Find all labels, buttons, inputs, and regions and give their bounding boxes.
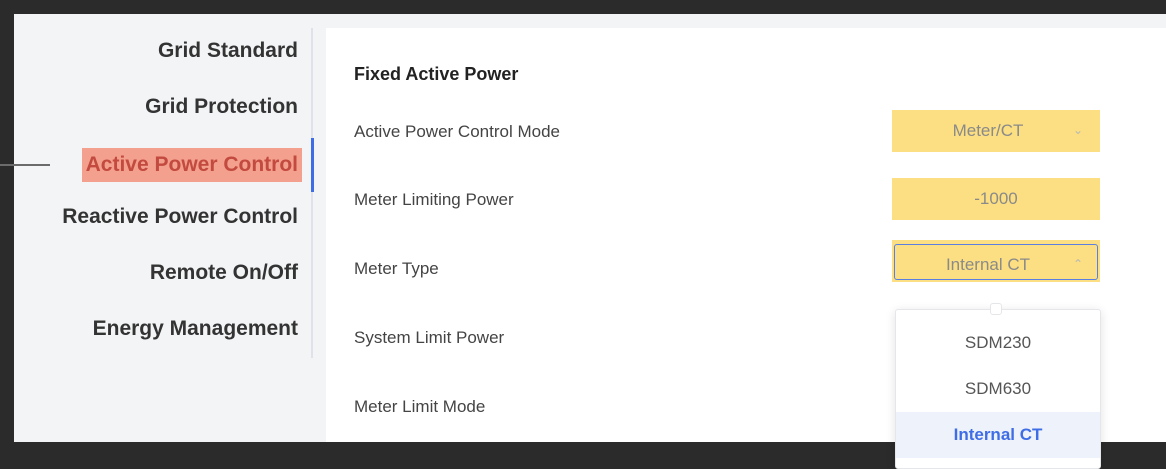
sidebar-active-indicator: [311, 138, 314, 192]
sidebar-item-grid-standard[interactable]: Grid Standard: [154, 34, 302, 68]
meter-limiting-power-input[interactable]: -1000: [892, 178, 1100, 220]
sidebar-divider: [311, 28, 313, 358]
sidebar-item-energy-management[interactable]: Energy Management: [89, 312, 302, 346]
dropdown-option-internal-ct[interactable]: Internal CT: [896, 412, 1100, 458]
active-power-control-mode-label: Active Power Control Mode: [354, 122, 560, 141]
dropdown-option-sdm230[interactable]: SDM230: [896, 320, 1100, 366]
system-limit-power-label: System Limit Power: [354, 328, 505, 347]
settings-panel: Grid Standard Grid Protection Active Pow…: [0, 14, 1166, 469]
meter-type-value: Internal CT: [945, 255, 1031, 274]
chevron-down-icon: ⌄: [1072, 123, 1084, 137]
dropdown-option-sdm630[interactable]: SDM630: [896, 366, 1100, 412]
meter-type-label: Meter Type: [354, 259, 439, 278]
sidebar-item-reactive-power-control[interactable]: Reactive Power Control: [58, 200, 302, 234]
sidebar-item-active-power-control[interactable]: Active Power Control: [81, 148, 302, 182]
settings-content: Fixed Active Power Active Power Control …: [326, 28, 1166, 469]
meter-limiting-power-label: Meter Limiting Power: [354, 190, 514, 209]
section-title: Fixed Active Power: [354, 64, 519, 84]
meter-limiting-power-value: -1000: [974, 189, 1018, 208]
dropdown-pointer-arrow: [990, 303, 1002, 315]
active-power-control-mode-value: Meter/CT: [952, 121, 1024, 140]
chevron-up-icon: ⌃: [1072, 257, 1084, 271]
meter-limit-mode-label: Meter Limit Mode: [354, 397, 486, 416]
settings-sidebar: Grid Standard Grid Protection Active Pow…: [14, 14, 314, 442]
active-power-control-mode-select[interactable]: Meter/CT ⌄: [892, 110, 1100, 152]
sidebar-item-remote-on-off[interactable]: Remote On/Off: [146, 256, 302, 290]
meter-type-dropdown: SDM230 SDM630 Internal CT: [895, 309, 1101, 469]
sidebar-item-grid-protection[interactable]: Grid Protection: [141, 90, 302, 124]
meter-type-select[interactable]: Internal CT ⌃: [892, 240, 1100, 282]
